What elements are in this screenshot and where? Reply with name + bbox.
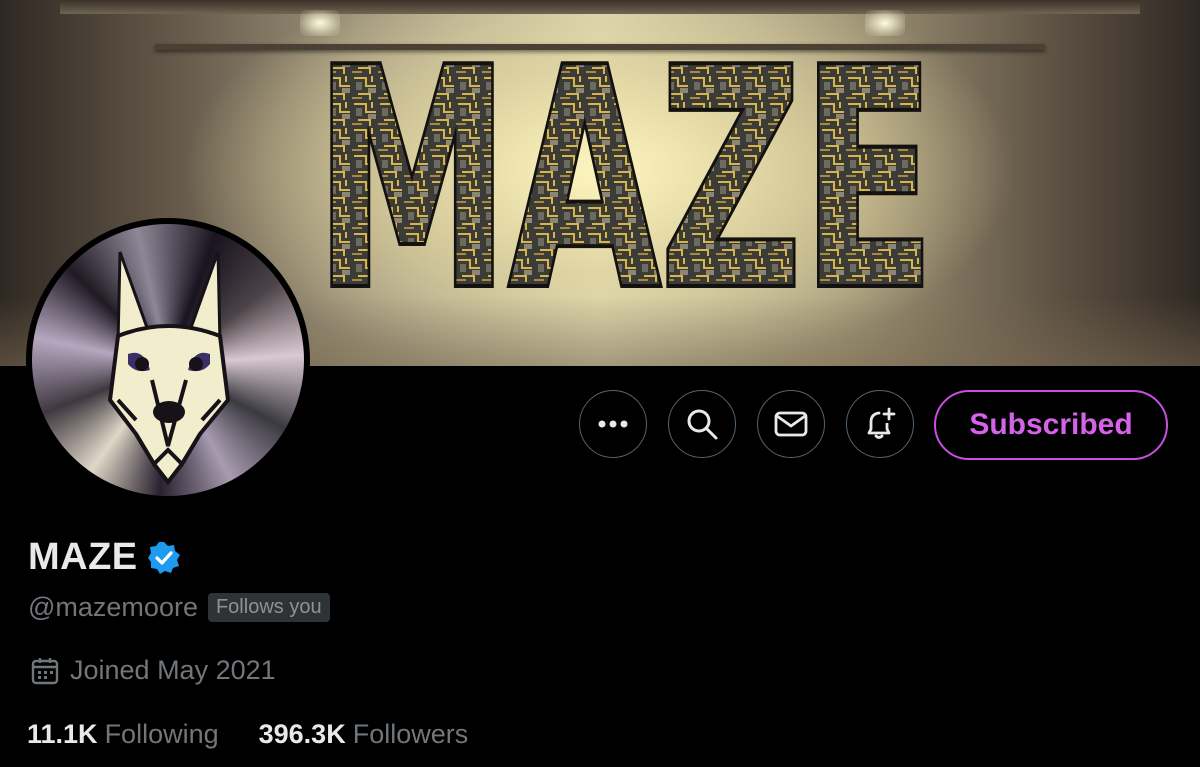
message-button[interactable] [757,390,825,458]
envelope-icon [774,411,808,437]
joined-date-row: Joined May 2021 [30,655,276,686]
doberman-icon [107,251,231,486]
handle-row: @mazemoore Follows you [28,592,330,623]
follows-you-badge: Follows you [207,593,330,622]
search-profile-button[interactable] [668,390,736,458]
more-horizontal-icon [598,420,628,428]
banner-logo: MAZE [311,22,939,322]
joined-date: Joined May 2021 [70,655,276,685]
following-link[interactable]: 11.1K Following [27,719,219,750]
notifications-button[interactable] [846,390,914,458]
followers-label: Followers [352,719,469,749]
followers-count: 396.3K [258,719,346,749]
verified-badge-icon[interactable] [146,540,182,576]
subscribed-button[interactable]: Subscribed [934,390,1168,460]
search-icon [687,409,718,440]
following-label: Following [104,719,219,749]
display-name: MAZE [28,536,138,578]
more-button[interactable] [579,390,647,458]
followers-link[interactable]: 396.3K Followers [259,719,469,750]
avatar-image [32,224,304,496]
bell-plus-icon [867,407,896,439]
handle: @mazemoore [28,592,198,622]
banner-ceiling [60,0,1140,14]
display-name-row: MAZE [28,536,182,579]
avatar[interactable] [26,218,310,502]
follow-stats: 11.1K Following 396.3K Followers [27,719,468,750]
banner-logo-text: MAZE [315,22,935,322]
calendar-icon [31,657,59,684]
following-count: 11.1K [27,719,98,749]
